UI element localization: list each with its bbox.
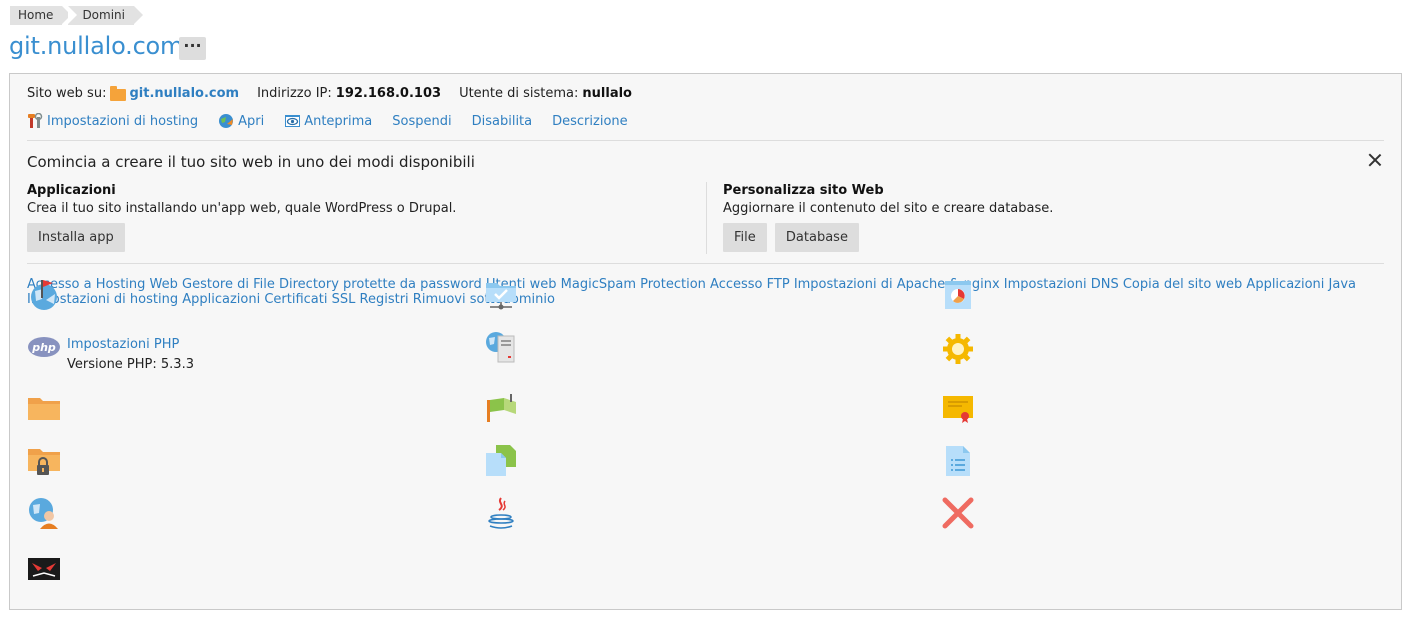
tool-label: Certificati SSL xyxy=(264,292,356,307)
domain-info: Sito web su: git.nullalo.com Indirizzo I… xyxy=(27,85,632,101)
breadcrumb-domini[interactable]: Domini xyxy=(68,6,143,25)
preview-link[interactable]: Anteprima xyxy=(284,113,372,129)
tool-password-dirs[interactable] xyxy=(27,443,67,477)
cta-apps: Applicazioni Crea il tuo sito installand… xyxy=(27,183,456,252)
ftp-icon xyxy=(484,277,518,311)
breadcrumb: Home Domini xyxy=(10,6,143,25)
open-globe-icon xyxy=(218,113,235,129)
tool-label: Accesso FTP xyxy=(710,277,790,292)
divider xyxy=(27,263,1384,264)
user-label: Utente di sistema: xyxy=(459,86,579,101)
ip-label: Indirizzo IP: xyxy=(257,86,332,101)
globe-flag-icon xyxy=(27,277,61,311)
open-label: Apri xyxy=(238,113,265,129)
tool-label[interactable]: Impostazioni PHP xyxy=(67,337,179,352)
domain-panel: Sito web su: git.nullalo.com Indirizzo I… xyxy=(9,73,1402,610)
cta-separator xyxy=(706,182,707,254)
description-link[interactable]: Descrizione xyxy=(552,114,628,129)
certificate-icon xyxy=(941,390,975,424)
tool-label: Registri xyxy=(359,292,409,307)
site-link[interactable]: git.nullalo.com xyxy=(129,86,239,101)
cta-apps-title: Applicazioni xyxy=(27,183,116,198)
copy-icon xyxy=(484,443,518,477)
hosting-settings-icon xyxy=(941,277,975,311)
php-icon: php xyxy=(27,330,61,364)
java-icon xyxy=(484,496,518,530)
magicspam-icon xyxy=(27,549,61,583)
suspend-link[interactable]: Sospendi xyxy=(392,114,451,129)
ip-value: 192.168.0.103 xyxy=(335,86,442,101)
hosting-settings-link[interactable]: Impostazioni di hosting xyxy=(27,112,199,129)
logs-icon xyxy=(941,443,975,477)
tool-remove-subdomain[interactable] xyxy=(941,496,981,530)
cta-custom-title: Personalizza sito Web xyxy=(723,183,884,198)
tool-label: Impostazioni DNS xyxy=(1003,277,1119,292)
tool-label: Applicazioni xyxy=(182,292,261,307)
tool-label: Applicazioni Java xyxy=(1246,277,1356,292)
tool-label: Copia del sito web xyxy=(1122,277,1243,292)
preview-label: Anteprima xyxy=(304,113,373,129)
dns-flag-icon xyxy=(484,390,518,424)
eye-icon xyxy=(284,113,301,129)
page-title: git.nullalo.com xyxy=(9,32,184,60)
folder-icon xyxy=(27,390,61,424)
tool-copy-site[interactable] xyxy=(484,443,524,477)
tools-grid: Accesso a Hosting Web php Impostazioni P… xyxy=(27,277,1387,580)
cta-custom-desc: Aggiornare il contenuto del sito e crear… xyxy=(723,201,1054,216)
tool-ftp-access[interactable] xyxy=(484,277,524,311)
file-button[interactable]: File xyxy=(723,223,767,252)
site-label: Sito web su: xyxy=(27,86,107,101)
tool-apache-nginx[interactable] xyxy=(484,330,524,364)
disable-link[interactable]: Disabilita xyxy=(472,114,533,129)
tool-label: Directory protette da password xyxy=(279,277,482,292)
divider xyxy=(27,140,1384,141)
more-button[interactable]: ··· xyxy=(179,37,206,60)
svg-text:php: php xyxy=(31,341,56,354)
server-globe-icon xyxy=(484,330,518,364)
tool-hosting-settings[interactable] xyxy=(941,277,981,311)
folder-icon xyxy=(110,85,127,101)
tool-php-settings[interactable]: php Impostazioni PHP Versione PHP: 5.3.3 xyxy=(27,330,194,374)
globe-user-icon xyxy=(27,496,61,530)
cta-custom: Personalizza sito Web Aggiornare il cont… xyxy=(723,183,1053,252)
open-link[interactable]: Apri xyxy=(218,113,264,129)
database-button[interactable]: Database xyxy=(774,223,859,252)
tool-logs[interactable] xyxy=(941,443,981,477)
domain-actions: Impostazioni di hosting Apri Anteprima S… xyxy=(27,112,648,129)
install-app-button[interactable]: Installa app xyxy=(27,223,125,252)
tool-web-users[interactable] xyxy=(27,496,67,530)
tool-web-hosting-access[interactable] xyxy=(27,277,67,311)
cta-title: Comincia a creare il tuo sito web in uno… xyxy=(27,153,475,171)
hosting-settings-label: Impostazioni di hosting xyxy=(47,113,199,129)
tool-file-manager[interactable] xyxy=(27,390,67,424)
tool-label: MagicSpam Protection xyxy=(560,277,706,292)
tool-applications[interactable] xyxy=(941,330,981,364)
tool-ssl-certs[interactable] xyxy=(941,390,981,424)
tool-magicspam[interactable] xyxy=(27,549,67,583)
tool-dns-settings[interactable] xyxy=(484,390,524,424)
php-version: Versione PHP: 5.3.3 xyxy=(67,357,194,372)
tools-icon xyxy=(27,112,44,129)
locked-folder-icon xyxy=(27,443,61,477)
gear-icon xyxy=(941,330,975,364)
user-value: nullalo xyxy=(582,86,632,101)
tool-java-apps[interactable] xyxy=(484,496,524,530)
cta-apps-desc: Crea il tuo sito installando un'app web,… xyxy=(27,201,457,216)
tool-label: Gestore di File xyxy=(182,277,275,292)
close-icon[interactable] xyxy=(1367,152,1383,168)
breadcrumb-home[interactable]: Home xyxy=(10,6,72,25)
remove-icon xyxy=(941,496,975,530)
